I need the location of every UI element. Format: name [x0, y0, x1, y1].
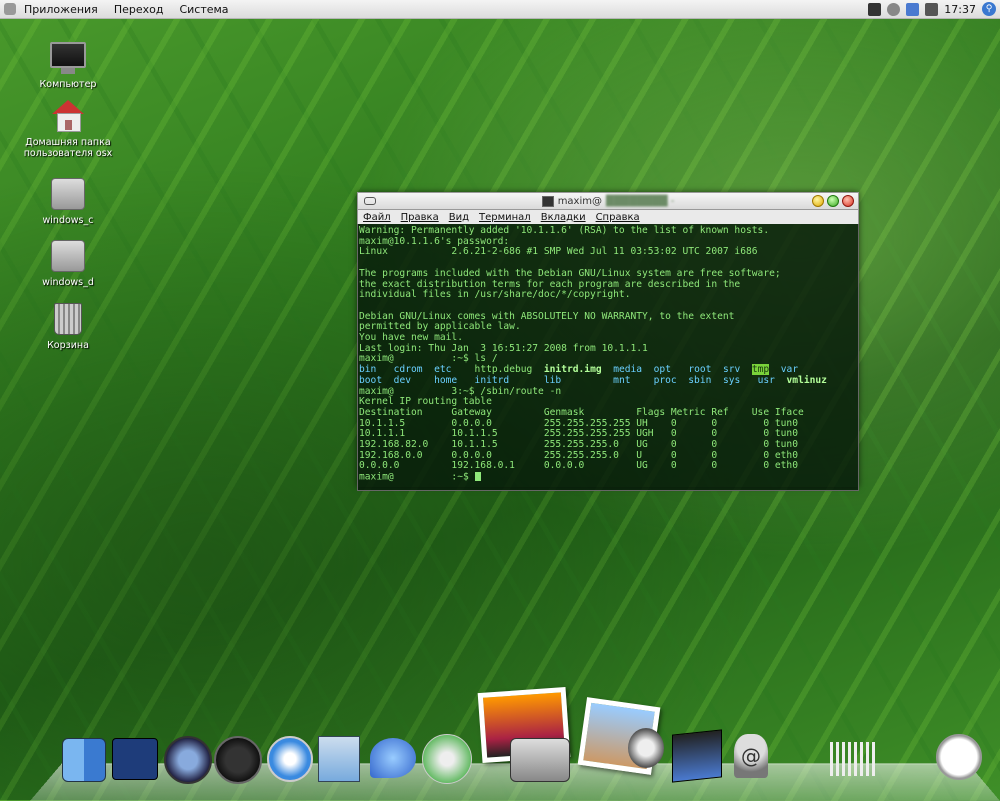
menu-applications[interactable]: Приложения: [16, 3, 106, 16]
prompt: maxim@ :~$: [359, 471, 475, 483]
gear-icon[interactable]: [887, 2, 901, 16]
menu-places[interactable]: Переход: [106, 3, 172, 16]
menu-terminal[interactable]: Терминал: [474, 212, 536, 223]
gauge-icon[interactable]: [214, 736, 262, 784]
desktop-icon-windows-c[interactable]: windows_c: [18, 178, 118, 226]
ls-entry: bin: [359, 364, 377, 376]
menu-help[interactable]: Справка: [591, 212, 645, 223]
desktop-icon-computer[interactable]: Компьютер: [18, 38, 118, 90]
mail-stamp-icon[interactable]: [318, 736, 360, 782]
apple-icon[interactable]: [4, 3, 16, 15]
ls-entry: home: [434, 374, 458, 386]
clock[interactable]: 17:37: [944, 3, 976, 16]
terminal-output[interactable]: Warning: Permanently added '10.1.1.6' (R…: [357, 224, 859, 491]
ls-entry: lib: [543, 374, 562, 386]
preview-icon[interactable]: [628, 728, 664, 768]
terminal-menubar: Файл Правка Вид Терминал Вкладки Справка: [357, 210, 859, 224]
menu-view[interactable]: Вид: [444, 212, 474, 223]
menu-tabs[interactable]: Вкладки: [536, 212, 591, 223]
top-panel: Приложения Переход Система 17:37 ⚲: [0, 0, 1000, 19]
ls-entry: root: [688, 364, 712, 376]
mail-icon[interactable]: @: [734, 734, 768, 778]
route-row: 0.0.0.0 192.168.0.1 0.0.0.0 UG 0 0 0 eth…: [359, 460, 798, 472]
ls-entry: boot: [359, 374, 383, 386]
home-folder-icon: [50, 100, 86, 134]
ls-entry: sbin: [688, 374, 712, 386]
desktop-icon-home[interactable]: Домашняя папка пользователя osx: [18, 100, 118, 159]
ls-entry: http.debug: [474, 364, 533, 376]
menu-file[interactable]: Файл: [358, 212, 396, 223]
terminal-window[interactable]: maxim@ ████████ - Файл Правка Вид Термина…: [357, 192, 859, 491]
ls-entry: tmp: [751, 364, 770, 376]
cursor: [474, 472, 481, 482]
desktop-icon-label: Домашняя папка пользователя osx: [23, 137, 113, 159]
terminal-line: individual files in /usr/share/doc/*/cop…: [359, 289, 631, 301]
network-icon[interactable]: [906, 2, 920, 16]
ls-entry: proc: [653, 374, 677, 386]
imovie-icon[interactable]: [672, 729, 722, 783]
terminal-icon: [541, 195, 554, 207]
desktop-icon-trash[interactable]: Корзина: [18, 303, 118, 351]
drive-icon: [50, 240, 86, 274]
ls-entry: cdrom: [393, 364, 423, 376]
ls-row: boot dev home initrd lib mnt proc sbin s…: [359, 374, 857, 387]
top-menu: Приложения Переход Система: [0, 3, 237, 16]
desktop-icon-label: Компьютер: [39, 79, 97, 90]
camera-icon[interactable]: [510, 738, 570, 782]
dashboard-icon[interactable]: [112, 738, 158, 780]
ls-entry: srv: [722, 364, 741, 376]
terminal-title-text: maxim@: [557, 195, 602, 207]
menu-system[interactable]: Система: [171, 3, 236, 16]
terminal-title: maxim@ ████████ -: [358, 195, 858, 207]
desktop-icon-windows-d[interactable]: windows_d: [18, 240, 118, 288]
ls-entry: opt: [653, 364, 671, 376]
terminal-line: Linux 2.6.21-2-686 #1 SMP Wed Jul 11 03:…: [359, 246, 758, 258]
drive-icon: [50, 178, 86, 212]
ls-entry: usr: [757, 374, 775, 386]
ls-entry: initrd: [474, 374, 510, 386]
terminal-titlebar[interactable]: maxim@ ████████ -: [357, 192, 859, 210]
system-tray: 17:37 ⚲: [868, 2, 1000, 16]
columns-icon[interactable]: [830, 742, 876, 776]
ls-entry: etc: [434, 364, 452, 376]
finder-icon[interactable]: [62, 738, 106, 782]
desktop-icon-label: windows_d: [42, 277, 94, 288]
ls-entry: dev: [393, 374, 411, 386]
trash-icon: [50, 303, 86, 337]
menu-edit[interactable]: Правка: [396, 212, 444, 223]
terminal-line: The programs included with the Debian GN…: [359, 267, 781, 279]
clock-icon[interactable]: [936, 734, 982, 780]
computer-icon: [50, 42, 86, 76]
itunes-icon[interactable]: [422, 734, 472, 784]
desktop-icon-label: Корзина: [47, 340, 89, 351]
ls-entry: var: [780, 364, 799, 376]
time-machine-icon[interactable]: [164, 736, 212, 784]
ls-entry: vmlinuz: [786, 374, 827, 386]
dock: @: [0, 687, 1000, 800]
search-icon[interactable]: ⚲: [982, 2, 996, 16]
ls-entry: initrd.img: [543, 364, 602, 376]
volume-icon[interactable]: [925, 2, 939, 16]
ls-entry: media: [613, 364, 643, 376]
prompt-line: maxim@ :~$: [359, 472, 857, 483]
ls-entry: sys: [722, 374, 741, 386]
desktop-icon-label: windows_c: [42, 215, 94, 226]
ichat-icon[interactable]: [370, 738, 416, 778]
ls-entry: mnt: [613, 374, 631, 386]
safari-icon[interactable]: [267, 736, 313, 782]
rss-icon[interactable]: [868, 2, 882, 16]
blurred-hostname: ████████ -: [606, 195, 675, 207]
